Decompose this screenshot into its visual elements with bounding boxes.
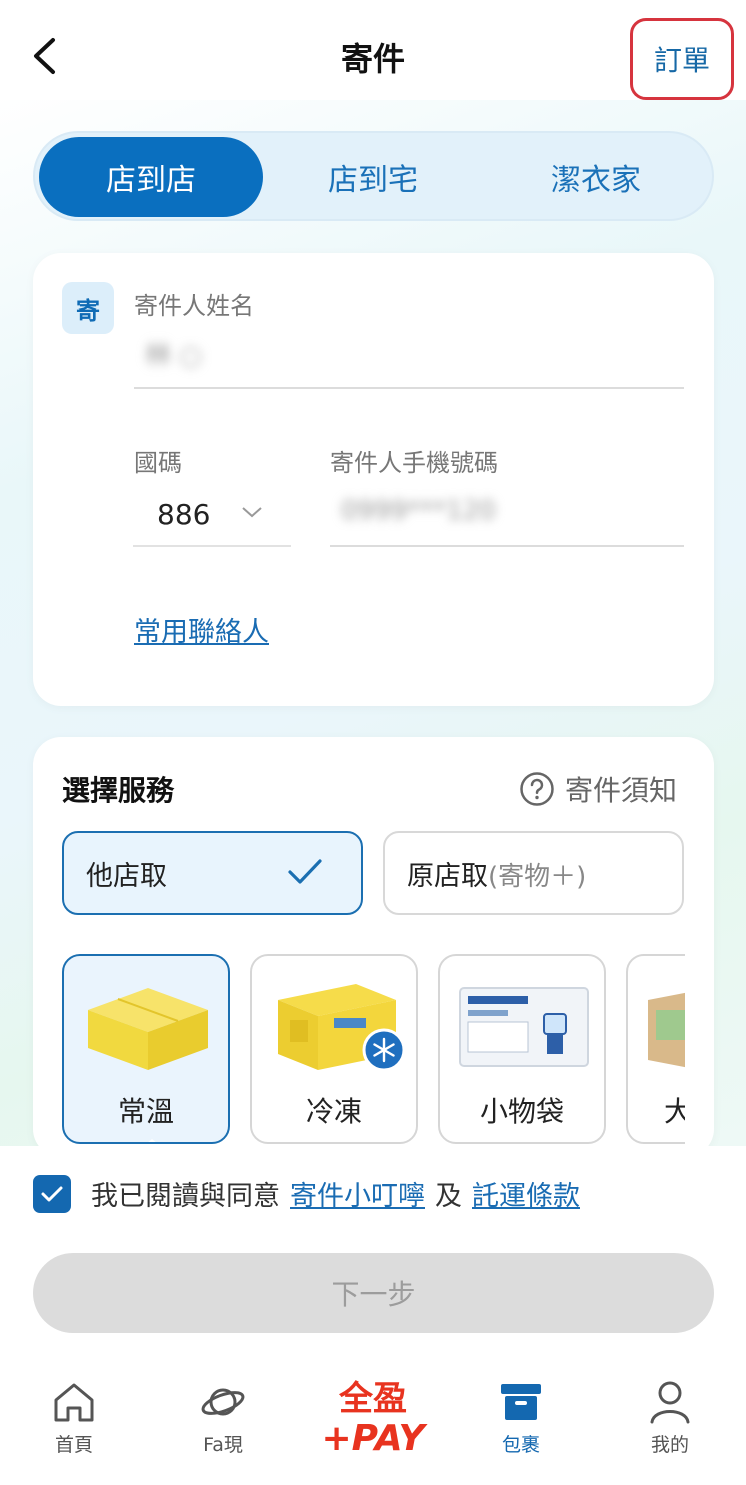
package-large[interactable]: 大 bbox=[626, 954, 685, 1144]
package-frozen[interactable]: 冷凍 bbox=[250, 954, 418, 1144]
yellow-box-icon bbox=[88, 988, 208, 1070]
orders-label: 訂單 bbox=[653, 44, 710, 77]
next-step-button[interactable]: 下一步 bbox=[33, 1253, 714, 1333]
sender-name-underline bbox=[134, 387, 684, 389]
tab-home-label: 首頁 bbox=[54, 1434, 93, 1456]
agreement-text: 我已閱讀與同意 bbox=[91, 1181, 280, 1212]
service-title: 選擇服務 bbox=[62, 774, 175, 807]
sender-card: 寄 寄件人姓名 林 ○ 國碼 886 寄件人手機號碼 0999***120 常用… bbox=[33, 253, 714, 706]
option-label: 原店取(寄物＋) bbox=[407, 854, 586, 893]
option-label-sub: (寄物＋) bbox=[488, 861, 587, 892]
agreement-checkbox[interactable] bbox=[33, 1174, 71, 1213]
orders-button[interactable]: 訂單 bbox=[630, 18, 734, 100]
home-icon bbox=[54, 1383, 94, 1422]
tab-parcel-label: 包裹 bbox=[501, 1434, 540, 1456]
phone-value[interactable]: 0999***120 bbox=[341, 496, 496, 526]
svg-text:全盈: 全盈 bbox=[338, 1379, 407, 1419]
person-icon bbox=[650, 1381, 690, 1424]
tab-store-to-store[interactable]: 店到店 bbox=[39, 137, 263, 217]
country-code-select[interactable]: 886 bbox=[133, 483, 291, 547]
bottom-panel: 我已閱讀與同意 寄件小叮嚀 及 託運條款 下一步 首頁 Fa現 全盈 +PAY bbox=[0, 1146, 746, 1485]
tab-me-label: 我的 bbox=[650, 1434, 689, 1456]
phone-underline bbox=[330, 545, 684, 547]
package-label: 冷凍 bbox=[305, 1095, 362, 1128]
tab-parcel[interactable]: 包裹 bbox=[471, 1378, 571, 1468]
tab-home[interactable]: 首頁 bbox=[24, 1378, 124, 1468]
shipping-terms-link[interactable]: 託運條款 bbox=[472, 1174, 580, 1213]
frozen-box-icon bbox=[278, 984, 406, 1072]
question-circle-icon bbox=[520, 772, 554, 806]
tab-fa-cash-label: Fa現 bbox=[203, 1434, 243, 1456]
tab-me[interactable]: 我的 bbox=[620, 1378, 720, 1468]
small-bag-icon bbox=[459, 987, 589, 1067]
phone-label: 寄件人手機號碼 bbox=[330, 449, 498, 477]
package-small-bag[interactable]: 小物袋 bbox=[438, 954, 606, 1144]
full-pay-logo-mark: 全盈 +PAY bbox=[321, 1379, 428, 1459]
option-same-store-pickup[interactable]: 原店取(寄物＋) bbox=[383, 831, 684, 915]
bottom-tab-bar: 首頁 Fa現 全盈 +PAY 包裹 我的 bbox=[0, 1368, 746, 1485]
planet-icon bbox=[201, 1388, 245, 1416]
option-other-store-pickup[interactable]: 他店取 bbox=[62, 831, 363, 915]
sender-name-value[interactable]: 林 ○ bbox=[145, 335, 202, 372]
full-pay-logo[interactable]: 全盈 +PAY bbox=[316, 1372, 430, 1459]
tab-fa-cash[interactable]: Fa現 bbox=[173, 1378, 273, 1468]
package-normal-temp[interactable]: 常溫 bbox=[62, 954, 230, 1144]
cardboard-box-icon bbox=[648, 992, 685, 1068]
package-type-list: 常溫 冷凍 小物袋 bbox=[62, 954, 685, 1144]
option-label: 他店取 bbox=[86, 860, 167, 892]
tab-laundry[interactable]: 潔衣家 bbox=[484, 137, 708, 217]
parcel-box-icon bbox=[501, 1384, 541, 1420]
agreement-and: 及 bbox=[435, 1181, 462, 1212]
agreement-row: 我已閱讀與同意 寄件小叮嚀 及 託運條款 bbox=[33, 1174, 580, 1213]
tab-store-to-home[interactable]: 店到宅 bbox=[261, 137, 485, 217]
shipping-tips-link[interactable]: 寄件小叮嚀 bbox=[290, 1174, 425, 1213]
sender-badge: 寄 bbox=[62, 282, 114, 334]
package-label: 常溫 bbox=[117, 1095, 174, 1128]
delivery-type-tabs: 店到店 店到宅 潔衣家 bbox=[33, 131, 714, 221]
selection-pointer bbox=[140, 1139, 164, 1142]
frequent-contacts-link[interactable]: 常用聯絡人 bbox=[134, 610, 269, 649]
country-code-label: 國碼 bbox=[134, 449, 182, 477]
country-code-value: 886 bbox=[157, 497, 211, 531]
sender-name-label: 寄件人姓名 bbox=[134, 292, 254, 320]
check-icon bbox=[288, 859, 322, 884]
header: 寄件 訂單 bbox=[0, 0, 746, 100]
service-card: 選擇服務 寄件須知 他店取 原店取(寄物＋) 常溫 冷凍 小物袋 bbox=[33, 737, 714, 1157]
svg-text:+PAY: +PAY bbox=[321, 1418, 428, 1458]
package-label: 小物袋 bbox=[479, 1095, 564, 1128]
checkmark-icon bbox=[41, 1186, 63, 1201]
chevron-down-icon bbox=[242, 507, 262, 518]
option-label-main: 原店取 bbox=[407, 860, 488, 892]
package-label: 大 bbox=[628, 1090, 685, 1130]
shipping-notice-link[interactable]: 寄件須知 bbox=[519, 769, 677, 809]
shipping-notice-label: 寄件須知 bbox=[565, 774, 678, 807]
